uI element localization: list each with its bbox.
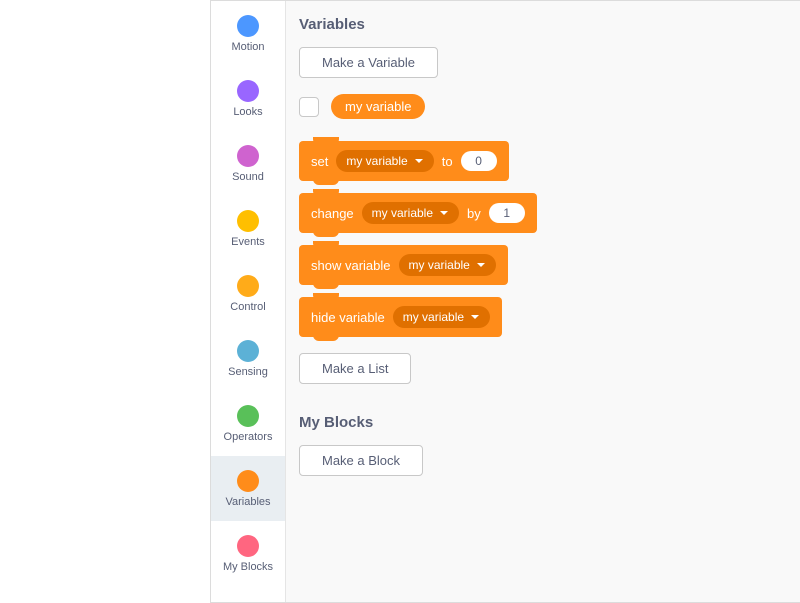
category-label: Operators [224, 431, 273, 443]
number-input[interactable]: 0 [461, 151, 497, 171]
category-color-icon [237, 80, 259, 102]
category-myblocks[interactable]: My Blocks [211, 521, 285, 586]
hide-variable-block[interactable]: hide variable my variable [299, 297, 502, 337]
category-color-icon [237, 340, 259, 362]
variable-visibility-checkbox[interactable] [299, 97, 319, 117]
chevron-down-icon [414, 156, 424, 166]
chevron-down-icon [470, 312, 480, 322]
variable-dropdown[interactable]: my variable [399, 254, 496, 276]
category-operators[interactable]: Operators [211, 391, 285, 456]
category-variables[interactable]: Variables [211, 456, 285, 521]
section-title-variables: Variables [299, 16, 585, 33]
make-variable-button[interactable]: Make a Variable [299, 47, 438, 78]
make-block-button[interactable]: Make a Block [299, 445, 423, 476]
block-text: set [311, 154, 328, 169]
category-control[interactable]: Control [211, 261, 285, 326]
category-color-icon [237, 275, 259, 297]
block-text: to [442, 154, 453, 169]
dropdown-label: my variable [409, 258, 470, 272]
show-variable-block[interactable]: show variable my variable [299, 245, 508, 285]
category-sensing[interactable]: Sensing [211, 326, 285, 391]
category-label: Looks [233, 106, 262, 118]
category-color-icon [237, 210, 259, 232]
palette-content: Variables Make a Variable my variable se… [285, 0, 585, 603]
set-variable-block[interactable]: set my variable to 0 [299, 141, 509, 181]
variable-dropdown[interactable]: my variable [393, 306, 490, 328]
change-variable-block[interactable]: change my variable by 1 [299, 193, 537, 233]
category-strip: Motion Looks Sound Events Control Sensing Oper… [211, 1, 286, 602]
variable-reporter-block[interactable]: my variable [331, 94, 425, 119]
dropdown-label: my variable [403, 310, 464, 324]
block-text: by [467, 206, 481, 221]
category-color-icon [237, 15, 259, 37]
category-color-icon [237, 535, 259, 557]
dropdown-label: my variable [346, 154, 407, 168]
make-list-button[interactable]: Make a List [299, 353, 411, 384]
category-label: Control [230, 301, 265, 313]
chevron-down-icon [476, 260, 486, 270]
block-text: change [311, 206, 354, 221]
dropdown-label: my variable [372, 206, 433, 220]
category-label: Motion [231, 41, 264, 53]
variable-dropdown[interactable]: my variable [336, 150, 433, 172]
variable-dropdown[interactable]: my variable [362, 202, 459, 224]
category-color-icon [237, 145, 259, 167]
category-color-icon [237, 470, 259, 492]
category-sound[interactable]: Sound [211, 131, 285, 196]
block-text: hide variable [311, 310, 385, 325]
category-label: Sound [232, 171, 264, 183]
category-motion[interactable]: Motion [211, 1, 285, 66]
category-label: Events [231, 236, 265, 248]
category-events[interactable]: Events [211, 196, 285, 261]
category-looks[interactable]: Looks [211, 66, 285, 131]
category-label: Variables [225, 496, 270, 508]
category-label: Sensing [228, 366, 268, 378]
section-title-myblocks: My Blocks [299, 414, 585, 431]
block-text: show variable [311, 258, 391, 273]
category-color-icon [237, 405, 259, 427]
category-label: My Blocks [223, 561, 273, 573]
chevron-down-icon [439, 208, 449, 218]
number-input[interactable]: 1 [489, 203, 525, 223]
